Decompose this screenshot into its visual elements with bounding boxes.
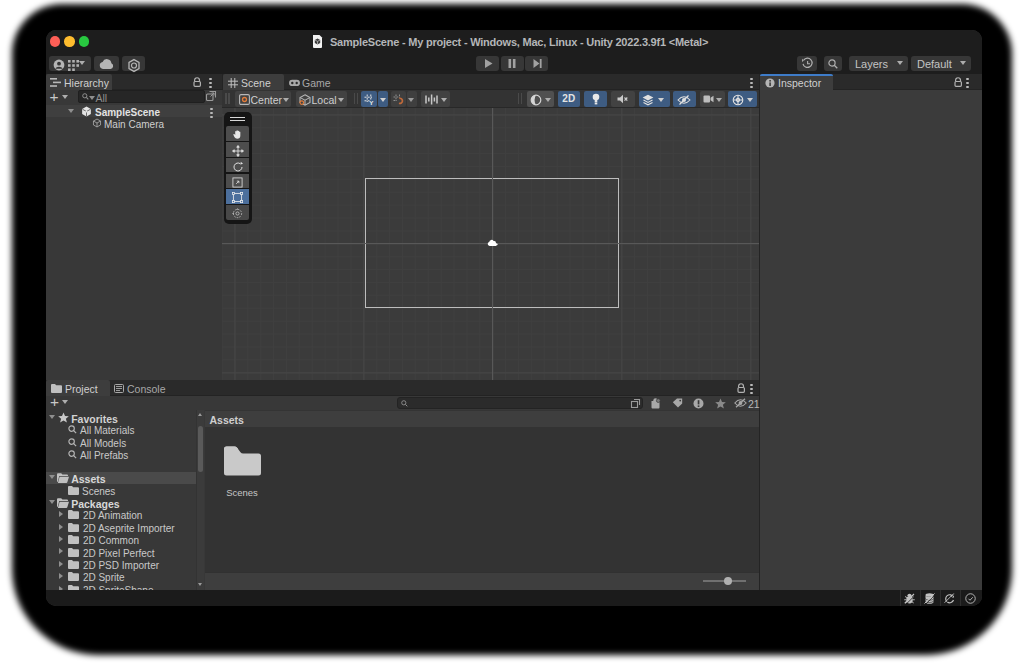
svg-text:Y: Y <box>369 98 374 105</box>
